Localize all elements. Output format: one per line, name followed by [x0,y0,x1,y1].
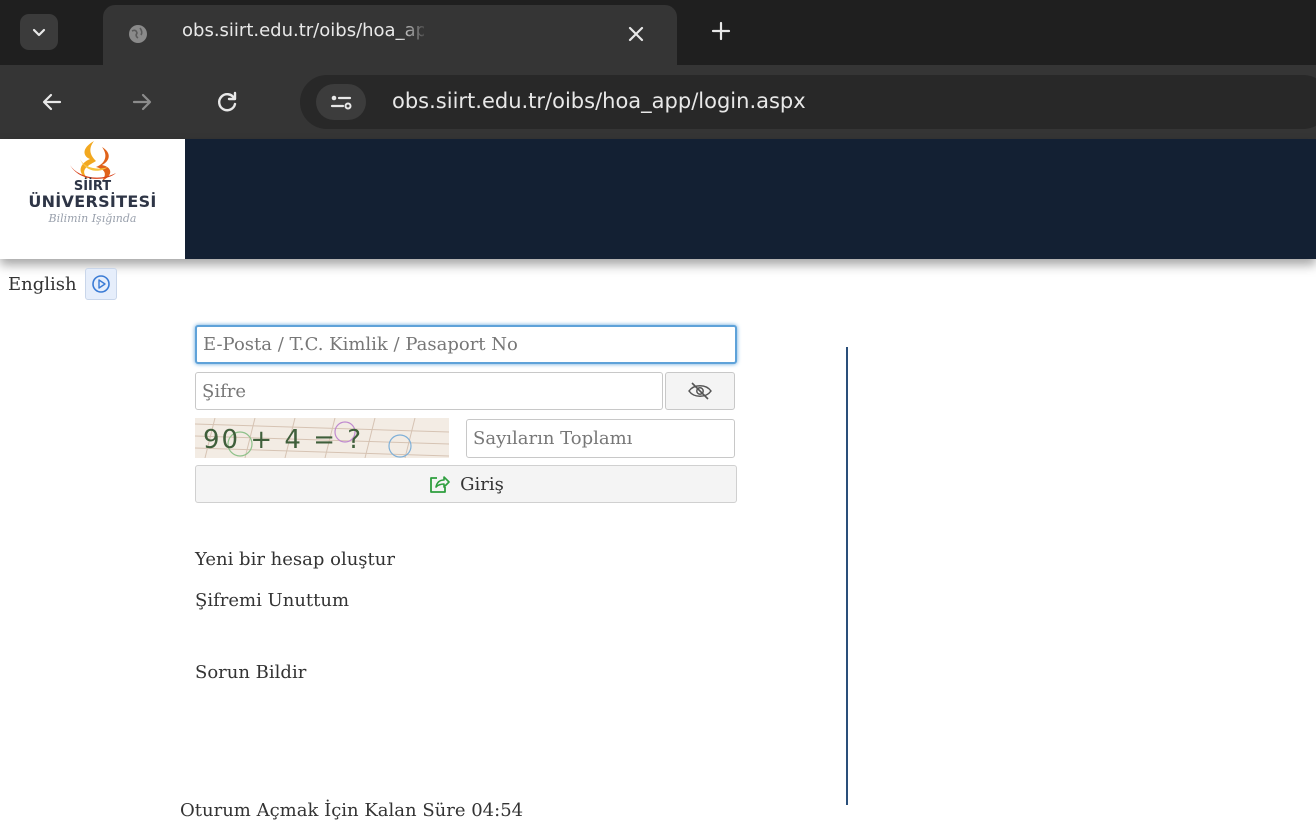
forgot-password-link[interactable]: Şifremi Unuttum [195,590,349,611]
browser-tabstrip: obs.siirt.edu.tr/oibs/hoa_app/login.aspx [0,0,1316,65]
chevron-down-icon [32,28,46,37]
language-button[interactable] [84,268,117,300]
session-timer: Oturum Açmak İçin Kalan Süre 04:54 [180,800,524,821]
login-button[interactable]: Giriş [195,465,737,503]
captcha-image: 90 + 4 = ? [195,418,449,458]
language-label[interactable]: English [8,274,77,295]
arrow-right-icon[interactable] [130,90,154,114]
password-field[interactable] [195,372,663,410]
eye-slash-icon [688,382,712,400]
browser-toolbar: obs.siirt.edu.tr/oibs/hoa_app/login.aspx [0,65,1316,139]
play-circle-icon [91,275,110,293]
browser-tab[interactable]: obs.siirt.edu.tr/oibs/hoa_app/login.aspx [103,5,677,65]
captcha-text: 90 + 4 = ? [203,425,363,455]
site-info-button[interactable] [316,84,366,120]
arrow-left-icon[interactable] [40,90,64,114]
captcha-answer-field[interactable] [466,419,735,458]
logo-motto: Bilimin Işığında [48,212,137,225]
email-field[interactable] [195,325,737,364]
reload-icon[interactable] [214,89,240,115]
tune-icon [330,95,352,110]
university-logo[interactable]: SİİRT ÜNİVERSİTESİ Bilimin Işığında [0,139,185,259]
tab-title-fade [398,15,428,49]
share-square-icon [430,476,450,493]
plus-icon[interactable] [710,20,732,42]
site-header: SİİRT ÜNİVERSİTESİ Bilimin Işığında [0,139,1316,259]
tab-title: obs.siirt.edu.tr/oibs/hoa_app/login.aspx [182,20,424,41]
password-toggle-button[interactable] [665,372,735,410]
flame-logo-icon [70,141,116,181]
report-issue-link[interactable]: Sorun Bildir [195,662,306,683]
url-text: obs.siirt.edu.tr/oibs/hoa_app/login.aspx [392,89,806,113]
vertical-divider [846,347,848,805]
close-icon[interactable] [625,23,647,45]
globe-icon [129,25,147,43]
language-switch[interactable]: English [8,268,117,300]
logo-text-line2: ÜNİVERSİTESİ [28,192,157,211]
login-button-label: Giriş [460,473,504,495]
address-bar[interactable]: obs.siirt.edu.tr/oibs/hoa_app/login.aspx [300,75,1316,129]
tab-search-button[interactable] [20,14,58,50]
new-account-link[interactable]: Yeni bir hesap oluştur [195,549,395,570]
